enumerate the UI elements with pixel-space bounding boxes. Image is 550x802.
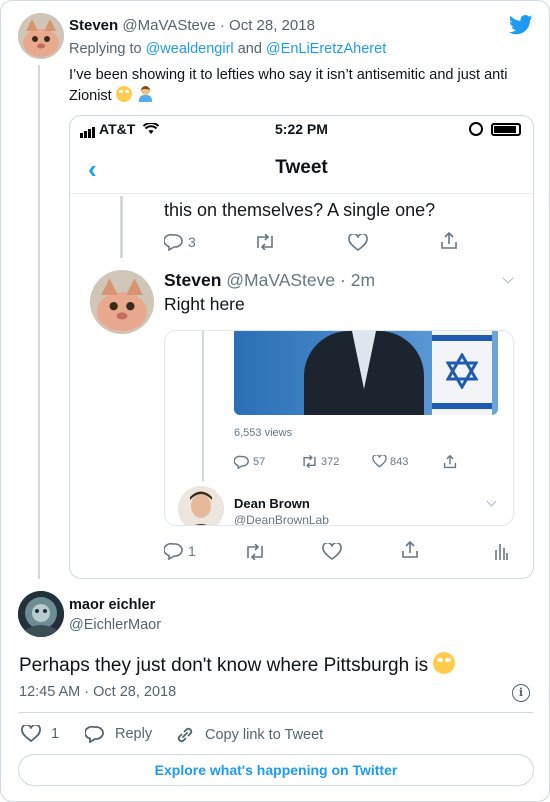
author-handle[interactable]: @MaVASteve bbox=[122, 17, 215, 34]
quote-like-count: 843 bbox=[390, 455, 409, 468]
replying-and: and bbox=[237, 41, 262, 57]
share-icon bbox=[402, 541, 418, 558]
reply-header: Steven @MaVASteve · 2m bbox=[164, 270, 375, 291]
alarm-icon bbox=[469, 122, 483, 136]
status-time: 5:22 PM bbox=[275, 121, 328, 137]
nav-title: Tweet bbox=[275, 157, 328, 178]
main-tweet-timestamp[interactable]: 12:45 AM · Oct 28, 2018 bbox=[19, 684, 176, 700]
quote-thread-line bbox=[202, 331, 204, 481]
tweet-date[interactable]: · Oct 28, 2018 bbox=[220, 17, 315, 34]
quote-retweet-action: 372 bbox=[301, 455, 339, 468]
avatar-steven[interactable] bbox=[18, 13, 64, 59]
replying-prefix: Replying to bbox=[69, 41, 142, 57]
explore-button[interactable]: Explore what's happening on Twitter bbox=[18, 754, 534, 786]
link-icon bbox=[177, 727, 193, 743]
main-author-handle[interactable]: @EichlerMaor bbox=[69, 617, 161, 633]
retweet-icon bbox=[303, 455, 316, 468]
divider bbox=[19, 712, 533, 713]
signal-bars-icon bbox=[80, 122, 96, 138]
like-count: 1 bbox=[51, 726, 60, 742]
reply-icon bbox=[164, 542, 183, 560]
battery-icon bbox=[491, 123, 521, 136]
quote-reply-count: 57 bbox=[253, 456, 266, 468]
quote-chevron-down-icon bbox=[486, 496, 497, 507]
inner-thread-line bbox=[120, 196, 123, 258]
wifi-icon bbox=[143, 122, 160, 134]
avatar-dean-brown bbox=[178, 486, 224, 525]
share-icon bbox=[441, 232, 457, 249]
reply-age: · 2m bbox=[340, 270, 376, 290]
reply-author-name: Steven bbox=[164, 270, 222, 290]
reply-action-2: 1 bbox=[164, 542, 196, 560]
quoted-tweet: 6,553 views 57 372 843 Dean Brown @DeanB… bbox=[164, 330, 514, 526]
previous-tweet-text: this on themselves? A single one? bbox=[164, 200, 436, 220]
main-author-name[interactable]: maor eichler bbox=[69, 597, 155, 613]
reply-icon bbox=[234, 455, 249, 469]
reply-chevron-down-icon bbox=[502, 272, 514, 284]
analytics-icon bbox=[495, 544, 508, 560]
heart-icon bbox=[348, 234, 368, 251]
quote-author-handle: @DeanBrownLab bbox=[234, 513, 329, 526]
copy-link-button[interactable]: Copy link to Tweet bbox=[175, 725, 323, 745]
mention-link[interactable]: @wealdengirl bbox=[146, 41, 234, 57]
tweet-text: I’ve been showing it to lefties who say … bbox=[69, 67, 508, 104]
phone-nav-bar: ‹ Tweet bbox=[70, 144, 533, 194]
reply-icon bbox=[85, 725, 104, 743]
reply-icon bbox=[164, 233, 183, 251]
avatar-maor-eichler[interactable] bbox=[18, 591, 64, 637]
replying-to: Replying to @wealdengirl and @EnLiEretzA… bbox=[69, 41, 386, 57]
video-thumbnail bbox=[234, 331, 498, 415]
heart-icon bbox=[21, 725, 41, 743]
phone-status-bar: AT&T 5:22 PM bbox=[70, 116, 533, 144]
quote-reply-action: 57 bbox=[234, 455, 265, 469]
heart-icon bbox=[322, 543, 342, 560]
twitter-logo-icon[interactable] bbox=[509, 15, 533, 35]
mention-link[interactable]: @EnLiEretzAheret bbox=[266, 41, 386, 57]
outer-tweet-text: I’ve been showing it to lefties who say … bbox=[69, 65, 539, 107]
screenshot-image[interactable]: AT&T 5:22 PM ‹ Tweet this on themselves?… bbox=[69, 115, 534, 579]
quote-retweet-count: 372 bbox=[321, 455, 340, 468]
quote-author-name: Dean Brown bbox=[234, 496, 310, 511]
like-button[interactable]: 1 bbox=[21, 725, 59, 743]
reply-author-handle: @MaVASteve bbox=[226, 270, 336, 290]
main-tweet-text: Perhaps they just don't know where Pitts… bbox=[19, 655, 429, 676]
reply-button[interactable]: Reply bbox=[85, 725, 152, 743]
view-count: 6,553 views bbox=[234, 427, 293, 439]
main-tweet-body: Perhaps they just don't know where Pitts… bbox=[19, 652, 456, 677]
quote-like-action: 843 bbox=[372, 455, 408, 468]
copy-link-label: Copy link to Tweet bbox=[205, 727, 324, 743]
avatar-steven-inner bbox=[90, 270, 154, 334]
thread-line bbox=[38, 65, 40, 579]
reply-action: 3 bbox=[164, 233, 196, 251]
share-icon bbox=[443, 455, 457, 469]
info-icon[interactable]: i bbox=[512, 684, 530, 702]
person-shrugging-emoji-icon bbox=[138, 86, 152, 102]
reply-label: Reply bbox=[115, 726, 153, 742]
outer-tweet-header: Steven @MaVASteve · Oct 28, 2018 bbox=[69, 17, 315, 34]
heart-icon bbox=[372, 455, 387, 468]
eye-roll-emoji-icon bbox=[433, 652, 456, 674]
reply-count-2: 1 bbox=[188, 543, 196, 559]
author-name[interactable]: Steven bbox=[69, 17, 118, 34]
carrier-label: AT&T bbox=[99, 121, 136, 137]
retweet-icon bbox=[257, 234, 273, 250]
reply-text: Right here bbox=[164, 294, 245, 314]
retweet-icon bbox=[247, 544, 263, 560]
reply-count: 3 bbox=[188, 234, 196, 250]
eye-roll-emoji-icon bbox=[115, 86, 132, 102]
tweet-embed-card: Steven @MaVASteve · Oct 28, 2018 Replyin… bbox=[0, 0, 550, 802]
